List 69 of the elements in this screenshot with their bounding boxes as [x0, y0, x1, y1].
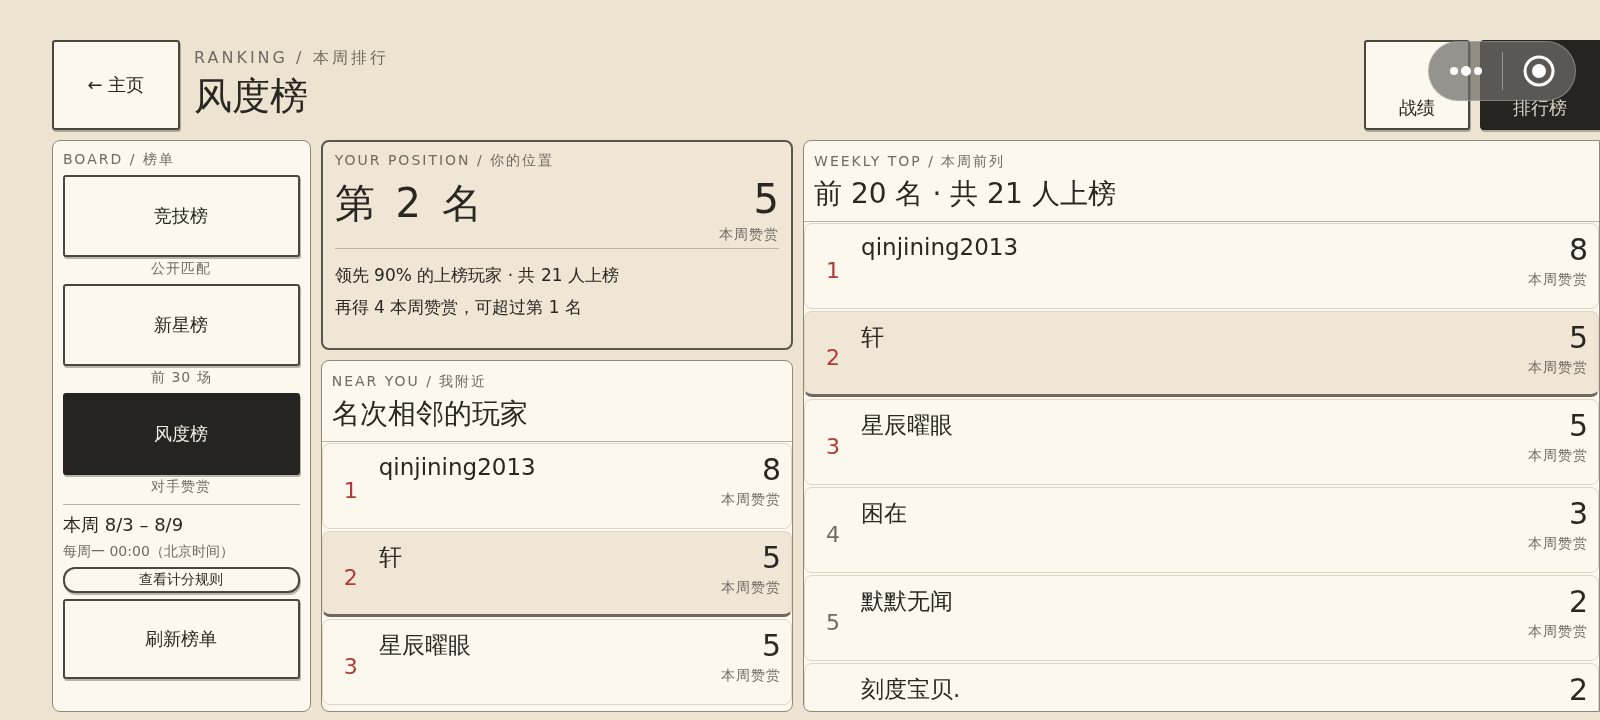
- board-button[interactable]: 新星榜: [63, 284, 300, 366]
- board-caption: 前 30 场: [150, 369, 213, 387]
- player-score: 5: [1567, 408, 1588, 443]
- rules-button[interactable]: 查看计分规则: [63, 567, 300, 593]
- player-row[interactable]: 4 困在 3 本周赞赏: [804, 487, 1599, 573]
- player-row[interactable]: 1 qinjining2013 8 本周赞赏: [321, 443, 793, 529]
- page-title: 风度榜: [194, 73, 309, 120]
- player-score: 2: [1568, 672, 1588, 707]
- list-eyebrow: NEAR YOU / 我附近: [331, 373, 489, 391]
- lead-text: 领先 90% 的上榜玩家 · 共 21 人上榜: [334, 264, 620, 287]
- player-score: 5: [760, 540, 782, 575]
- board-button[interactable]: 竞技榜: [63, 175, 300, 257]
- player-row[interactable]: 刻度宝贝. 2: [804, 663, 1599, 711]
- score-label: 本周赞赏: [721, 491, 782, 509]
- player-row[interactable]: 1 qinjining2013 8 本周赞赏: [804, 223, 1599, 309]
- reset-time: 每周一 00:00（北京时间）: [63, 543, 235, 561]
- player-score: 2: [1567, 584, 1588, 619]
- board-button[interactable]: 风度榜: [63, 393, 300, 475]
- player-score: 3: [1567, 496, 1588, 531]
- home-button[interactable]: ← 主页: [52, 40, 180, 130]
- board-caption: 公开匹配: [150, 260, 213, 278]
- refresh-button[interactable]: 刷新榜单: [63, 599, 300, 679]
- rank-number: 4: [826, 521, 841, 547]
- hint-text: 再得 4 本周赞赏，可超过第 1 名: [334, 296, 583, 319]
- score-label: 本周赞赏: [1528, 447, 1588, 465]
- week-range: 本周 8/3 – 8/9: [63, 513, 185, 537]
- player-score: 5: [760, 628, 782, 663]
- score-label: 本周赞赏: [719, 226, 780, 244]
- list-title: 名次相邻的玩家: [331, 396, 529, 432]
- position-eyebrow: YOUR POSITION / 你的位置: [334, 152, 556, 170]
- board-caption: 对手赞赏: [150, 478, 213, 496]
- player-row[interactable]: 2 轩 5 本周赞赏: [804, 311, 1599, 397]
- score-label: 本周赞赏: [721, 667, 782, 685]
- board-label: BOARD / 榜单: [63, 151, 176, 169]
- player-name: 轩: [861, 323, 886, 352]
- player-score: 8: [1567, 232, 1588, 267]
- player-row[interactable]: 3 星辰曜眼 5 本周赞赏: [321, 619, 793, 705]
- player-row[interactable]: 2 轩 5 本周赞赏: [321, 531, 793, 617]
- player-score: 8: [760, 452, 782, 487]
- list-title: 前 20 名 · 共 21 人上榜: [814, 176, 1117, 212]
- player-name: 困在: [861, 499, 909, 528]
- player-row[interactable]: 5 默默无闻 2 本周赞赏: [804, 575, 1599, 661]
- rank-number: 1: [826, 257, 841, 283]
- score-label: 本周赞赏: [1528, 359, 1588, 377]
- player-name: 刻度宝贝.: [861, 675, 962, 704]
- page-eyebrow: RANKING / 本周排行: [194, 48, 389, 69]
- ring-dot-icon[interactable]: [1521, 54, 1556, 88]
- score-label: 本周赞赏: [1528, 535, 1588, 553]
- player-name: 星辰曜眼: [378, 631, 472, 660]
- score-label: 本周赞赏: [1528, 623, 1588, 641]
- player-name: 默默无闻: [861, 587, 955, 616]
- rank-number: 5: [826, 609, 841, 635]
- player-name: qinjining2013: [861, 234, 1020, 260]
- rank-number: 3: [343, 653, 358, 679]
- rank-number: 2: [826, 344, 841, 370]
- rank-number: 3: [826, 433, 841, 459]
- player-name: 星辰曜眼: [861, 411, 955, 440]
- rank-number: 1: [343, 477, 358, 503]
- position-rank: 第 2 名: [334, 179, 486, 228]
- rank-number: 2: [343, 564, 358, 590]
- player-score: 5: [1567, 320, 1588, 355]
- player-name: 轩: [378, 543, 403, 572]
- list-eyebrow: WEEKLY TOP / 本周前列: [814, 153, 1007, 171]
- score-label: 本周赞赏: [1528, 271, 1588, 289]
- player-row[interactable]: 3 星辰曜眼 5 本周赞赏: [804, 399, 1599, 485]
- position-score: 5: [752, 176, 780, 222]
- dots-icon[interactable]: [1448, 65, 1483, 77]
- score-label: 本周赞赏: [721, 579, 782, 597]
- player-name: qinjining2013: [378, 454, 537, 480]
